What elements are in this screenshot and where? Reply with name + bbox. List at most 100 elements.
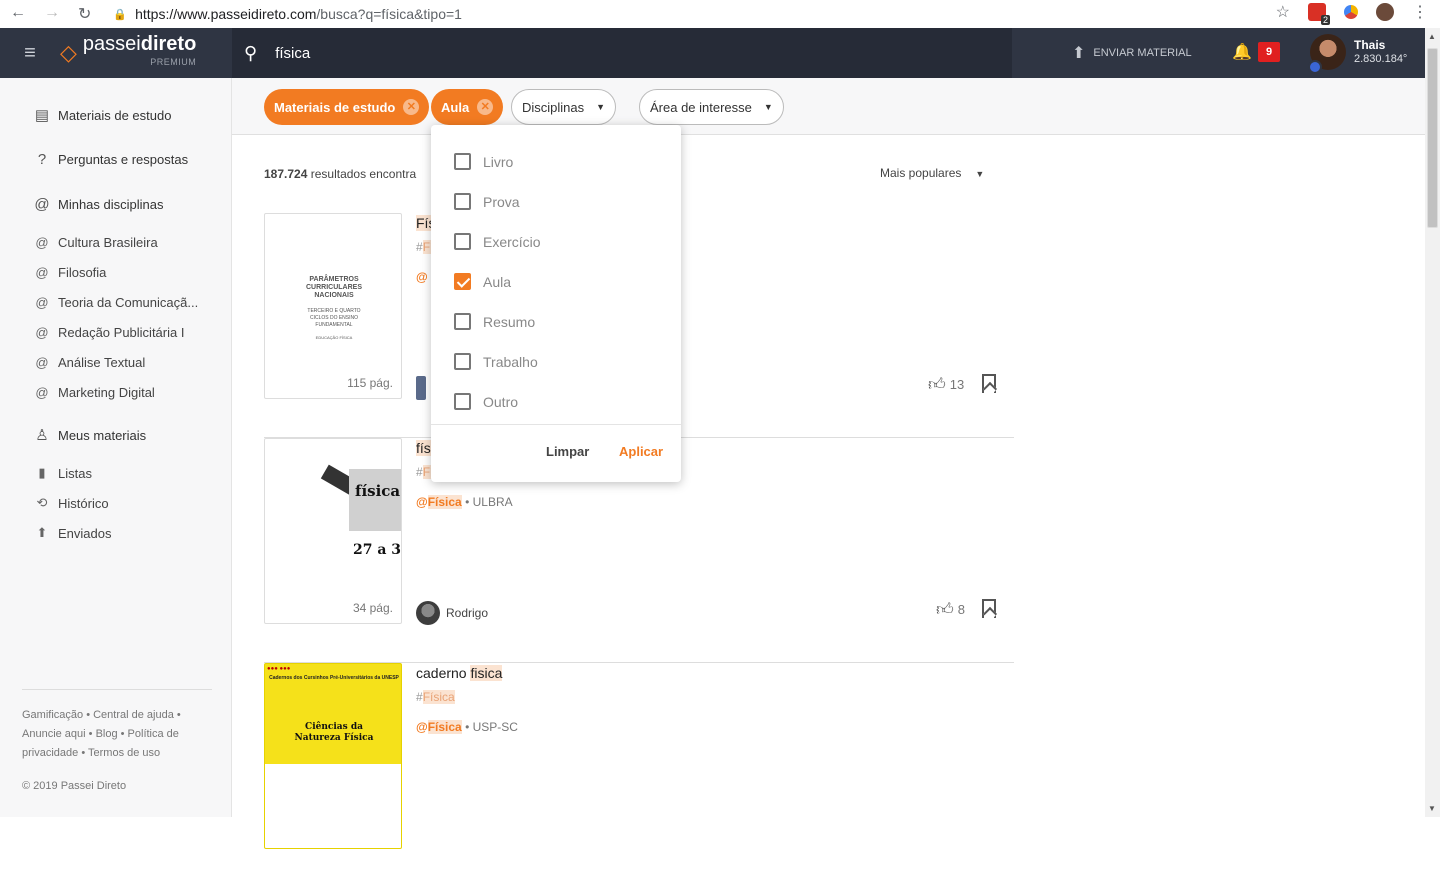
- at-icon: @: [35, 325, 49, 340]
- filter-dropdown-disciplinas[interactable]: Disciplinas ▼: [511, 89, 617, 125]
- page-count: 34 pág.: [350, 599, 395, 617]
- checkbox[interactable]: [454, 313, 471, 330]
- search-icon[interactable]: ⚲: [244, 43, 257, 64]
- at-icon: @: [416, 495, 428, 509]
- option-resumo[interactable]: Resumo: [454, 313, 535, 330]
- filter-chip-aula[interactable]: Aula ✕: [431, 89, 504, 125]
- at-icon: @: [416, 270, 428, 284]
- star-icon[interactable]: ☆: [1276, 2, 1290, 22]
- profile-icon[interactable]: [1376, 3, 1394, 21]
- option-prova[interactable]: Prova: [454, 193, 520, 210]
- search-bar[interactable]: ⚲ física: [232, 28, 1012, 78]
- thumbs-up-icon: 👍︎: [936, 600, 954, 619]
- thumbnail-title: Ciências da Natureza Física: [294, 722, 374, 743]
- document-thumbnail[interactable]: ●●● ●●● Cadernos dos Cursinhos Pré-Unive…: [264, 663, 402, 849]
- document-thumbnail[interactable]: PARÂMETROS CURRICULARES NACIONAIS TERCEI…: [264, 213, 402, 399]
- search-input[interactable]: física: [275, 45, 310, 62]
- document-icon: ▤: [34, 107, 50, 124]
- close-icon[interactable]: ✕: [403, 99, 420, 115]
- apply-button[interactable]: Aplicar: [619, 444, 663, 459]
- notification-badge[interactable]: 9: [1258, 42, 1280, 62]
- browser-toolbar: ← → ↻ 🔒 https://www.passeidireto.com/bus…: [0, 0, 1440, 28]
- upload-icon: ⬆: [1072, 45, 1086, 62]
- user-points: 2.830.184°: [1354, 53, 1408, 65]
- result-discipline[interactable]: @: [416, 270, 428, 284]
- checkbox[interactable]: [454, 233, 471, 250]
- logo-text-light: passei: [82, 33, 141, 55]
- page-scrollbar[interactable]: ▲ ▼: [1425, 28, 1440, 817]
- user-menu[interactable]: Thais 2.830.184°: [1308, 34, 1408, 74]
- sidebar-item-meus-materiais[interactable]: ♙ Meus materiais: [34, 426, 146, 444]
- sidebar: ▤ Materiais de estudo ? Perguntas e resp…: [0, 78, 232, 817]
- result-card[interactable]: ●●● ●●● Cadernos dos Cursinhos Pré-Unive…: [264, 663, 1014, 888]
- thumbnail-dots: ●●● ●●●: [267, 666, 291, 672]
- option-outro[interactable]: Outro: [454, 393, 518, 410]
- sidebar-discipline[interactable]: @ Filosofia: [34, 265, 106, 280]
- result-discipline[interactable]: @Física • USP-SC: [416, 720, 518, 734]
- sidebar-discipline[interactable]: @ Marketing Digital: [34, 385, 154, 400]
- results-count: 187.724 resultados encontra: [264, 167, 417, 181]
- result-tag[interactable]: #Física: [416, 690, 455, 704]
- at-icon: @: [35, 265, 49, 280]
- scroll-up-icon[interactable]: ▲: [1428, 32, 1436, 41]
- sidebar-item-listas[interactable]: ▮ Listas: [34, 465, 92, 481]
- checkbox-checked[interactable]: [454, 273, 471, 290]
- sidebar-item-enviados[interactable]: ⬆ Enviados: [34, 525, 112, 541]
- url-path: /busca?q=física&tipo=1: [316, 6, 462, 22]
- address-bar[interactable]: 🔒 https://www.passeidireto.com/busca?q=f…: [113, 6, 462, 22]
- option-aula[interactable]: Aula: [454, 273, 511, 290]
- like-count: 13: [949, 377, 965, 392]
- checkbox[interactable]: [454, 353, 471, 370]
- caret-down-icon: ▼: [763, 102, 773, 112]
- scrollbar-thumb[interactable]: [1427, 48, 1438, 228]
- clear-button[interactable]: Limpar: [546, 444, 589, 459]
- result-title[interactable]: caderno fisica: [416, 665, 503, 681]
- option-trabalho[interactable]: Trabalho: [454, 353, 538, 370]
- sort-dropdown[interactable]: Mais populares ▼: [880, 166, 984, 180]
- checkbox[interactable]: [454, 393, 471, 410]
- close-icon[interactable]: ✕: [477, 99, 494, 115]
- filter-dropdown-area[interactable]: Área de interesse ▼: [639, 89, 784, 125]
- result-author[interactable]: [416, 376, 426, 400]
- sidebar-item-disciplinas[interactable]: @ Minhas disciplinas: [34, 196, 163, 213]
- option-exercicio[interactable]: Exercício: [454, 233, 541, 250]
- result-title[interactable]: fís: [416, 440, 431, 456]
- scroll-down-icon[interactable]: ▼: [1428, 804, 1436, 813]
- at-icon: @: [35, 385, 49, 400]
- sidebar-item-historico[interactable]: ⟲ Histórico: [34, 495, 109, 511]
- avatar: [1308, 34, 1346, 74]
- bell-icon[interactable]: 🔔: [1232, 42, 1252, 62]
- menu-dots-icon[interactable]: ⋮: [1412, 2, 1428, 22]
- filter-chip-materiais[interactable]: Materiais de estudo ✕: [264, 89, 430, 125]
- thumbnail-box: [349, 469, 401, 531]
- bookmark-icon[interactable]: [982, 599, 996, 618]
- sidebar-discipline[interactable]: @ Redação Publicitária I: [34, 325, 184, 340]
- like-button[interactable]: 👍︎ 13: [928, 374, 964, 395]
- option-livro[interactable]: Livro: [454, 153, 513, 170]
- question-icon: ?: [37, 151, 47, 168]
- forward-icon[interactable]: →: [44, 4, 60, 24]
- sidebar-item-perguntas[interactable]: ? Perguntas e respostas: [34, 151, 188, 168]
- sidebar-footer-links[interactable]: Gamificação • Central de ajuda • Anuncie…: [22, 706, 212, 763]
- sidebar-discipline[interactable]: @ Teoria da Comunicaçã...: [34, 295, 198, 310]
- at-icon: @: [35, 355, 49, 370]
- checkbox[interactable]: [454, 153, 471, 170]
- sidebar-discipline[interactable]: @ Análise Textual: [34, 355, 145, 370]
- extension-badge: 2: [1320, 15, 1330, 25]
- bookmark-icon[interactable]: [982, 374, 996, 393]
- result-author[interactable]: Rodrigo: [416, 601, 488, 625]
- result-discipline[interactable]: @Física • ULBRA: [416, 495, 513, 509]
- hamburger-menu-icon[interactable]: ≡: [0, 42, 60, 65]
- sidebar-item-materiais[interactable]: ▤ Materiais de estudo: [34, 106, 172, 124]
- like-button[interactable]: 👍︎ 8: [936, 599, 965, 620]
- back-icon[interactable]: ←: [10, 4, 26, 24]
- sidebar-item-label: Materiais de estudo: [58, 107, 172, 123]
- extension-icon-2[interactable]: [1344, 5, 1358, 19]
- reload-icon[interactable]: ↻: [78, 4, 91, 24]
- sidebar-discipline[interactable]: @ Cultura Brasileira: [34, 235, 157, 250]
- document-thumbnail[interactable]: física 27 a 3 34 pág.: [264, 438, 402, 624]
- logo[interactable]: ◇ passeidireto PREMIUM: [60, 33, 232, 71]
- upload-material-button[interactable]: ⬆ ENVIAR MATERIAL: [1072, 28, 1192, 78]
- checkbox[interactable]: [454, 193, 471, 210]
- extension-icon[interactable]: 2: [1308, 3, 1330, 25]
